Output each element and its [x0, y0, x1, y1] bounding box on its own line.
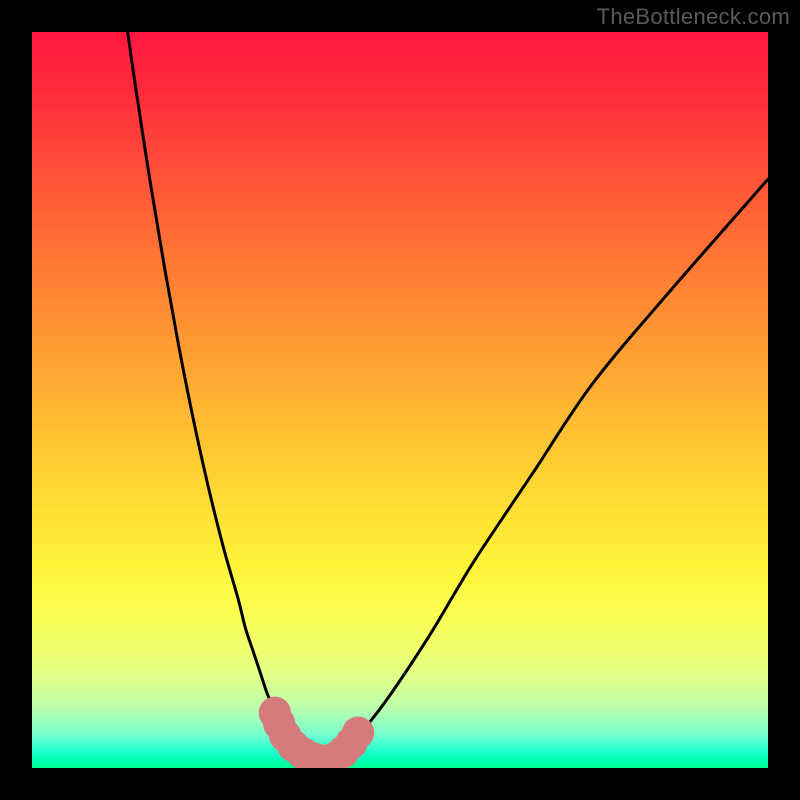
plot-area — [32, 32, 768, 768]
watermark-text: TheBottleneck.com — [597, 4, 790, 30]
marker-dot — [342, 716, 374, 748]
chart-frame: TheBottleneck.com — [0, 0, 800, 800]
curve-line — [128, 32, 768, 761]
chart-svg — [32, 32, 768, 768]
minimum-markers — [259, 697, 375, 768]
